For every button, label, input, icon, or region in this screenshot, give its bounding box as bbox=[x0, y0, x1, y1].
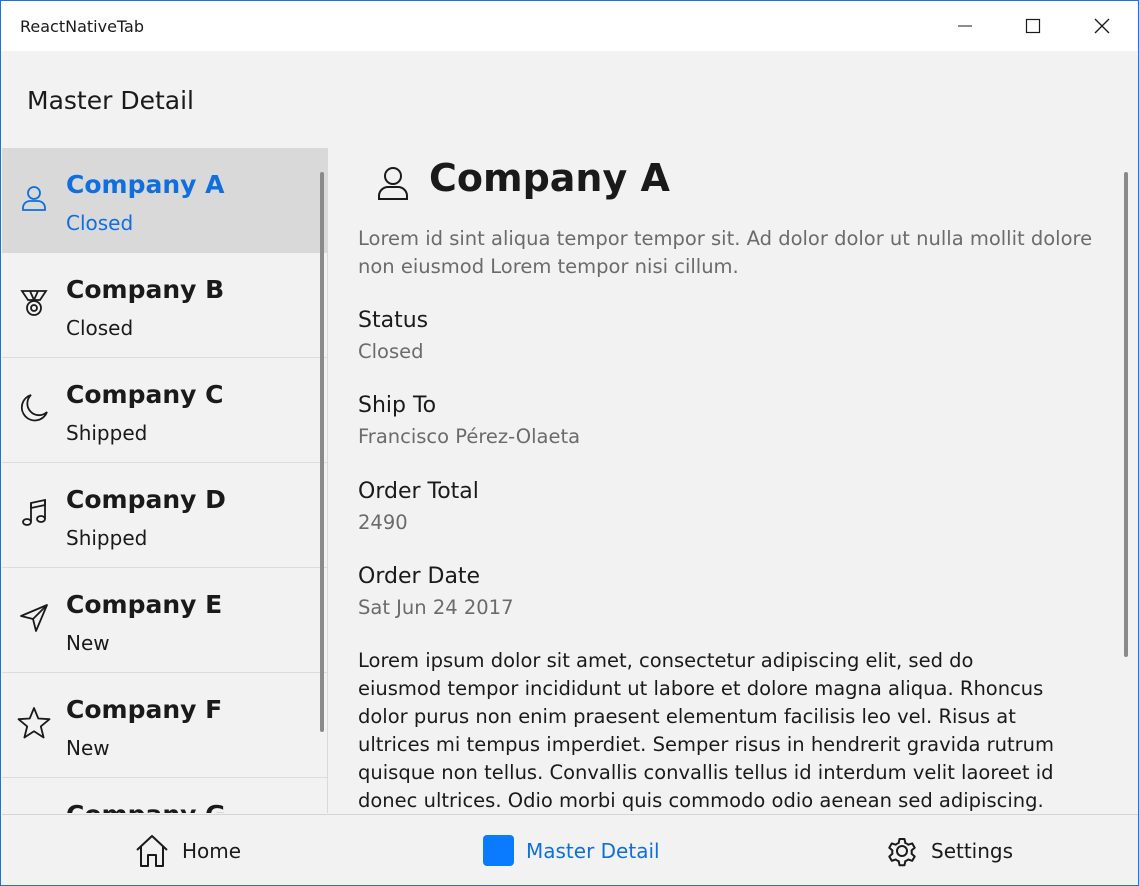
moon-icon bbox=[16, 390, 52, 426]
tab-settings-label: Settings bbox=[931, 838, 1014, 863]
status-value: Closed bbox=[358, 340, 424, 363]
square-icon bbox=[483, 835, 514, 866]
list-item[interactable]: Company B Closed bbox=[2, 253, 327, 358]
tab-master-detail-label: Master Detail bbox=[526, 838, 660, 863]
detail-pane: Company A Lorem id sint aliqua tempor te… bbox=[329, 148, 1137, 813]
list-item-status: Closed bbox=[66, 211, 134, 235]
list-item-name: Company F bbox=[66, 695, 223, 724]
order-total-value: 2490 bbox=[358, 511, 408, 534]
list-item-status: New bbox=[66, 631, 110, 655]
music-note-icon bbox=[16, 495, 52, 531]
person-icon bbox=[373, 162, 413, 202]
order-date-value: Sat Jun 24 2017 bbox=[358, 596, 514, 619]
star-icon bbox=[16, 705, 52, 741]
tab-home[interactable]: Home bbox=[134, 815, 242, 885]
detail-scrollbar[interactable] bbox=[1124, 172, 1128, 657]
medal-icon bbox=[16, 285, 52, 321]
tab-master-detail[interactable]: Master Detail bbox=[483, 815, 660, 885]
tab-settings[interactable]: Settings bbox=[885, 815, 1014, 885]
close-icon bbox=[1094, 18, 1110, 34]
app-window: ReactNativeTab Master Detail Company A C… bbox=[0, 0, 1139, 886]
close-button[interactable] bbox=[1068, 1, 1136, 51]
list-item[interactable]: Company E New bbox=[2, 568, 327, 673]
page-title: Master Detail bbox=[27, 86, 194, 115]
order-total-label: Order Total bbox=[358, 479, 479, 504]
tab-bar: Home Master Detail Settings bbox=[2, 814, 1138, 885]
master-list[interactable]: Company A Closed Company B Closed Compan… bbox=[2, 148, 328, 813]
detail-body: Lorem ipsum dolor sit amet, consectetur … bbox=[358, 649, 1055, 812]
list-item[interactable]: Company F New bbox=[2, 673, 327, 778]
window-title: ReactNativeTab bbox=[20, 17, 145, 36]
list-item-name: Company E bbox=[66, 590, 223, 619]
ship-to-label: Ship To bbox=[358, 393, 437, 418]
list-item-name: Company D bbox=[66, 485, 226, 514]
minimize-button[interactable] bbox=[931, 1, 999, 51]
list-item-status: Closed bbox=[66, 316, 134, 340]
gear-icon bbox=[888, 837, 916, 866]
list-item[interactable]: Company G bbox=[2, 778, 327, 813]
maximize-icon bbox=[1025, 18, 1041, 34]
tab-home-label: Home bbox=[182, 838, 242, 863]
detail-summary: Lorem id sint aliqua tempor tempor sit. … bbox=[358, 227, 1093, 278]
title-bar: ReactNativeTab bbox=[1, 1, 1138, 51]
list-item-status: Shipped bbox=[66, 526, 148, 550]
ship-to-value: Francisco Pérez-Olaeta bbox=[358, 425, 581, 448]
list-item[interactable]: Company C Shipped bbox=[2, 358, 327, 463]
detail-title: Company A bbox=[429, 156, 670, 200]
list-item-name: Company B bbox=[66, 275, 225, 304]
maximize-button[interactable] bbox=[999, 1, 1067, 51]
send-icon bbox=[16, 600, 52, 636]
list-item-name: Company A bbox=[66, 170, 225, 199]
list-item[interactable]: Company A Closed bbox=[2, 148, 327, 253]
home-icon bbox=[136, 834, 168, 867]
list-item-status: Shipped bbox=[66, 421, 148, 445]
list-item[interactable]: Company D Shipped bbox=[2, 463, 327, 568]
list-item-name: Company G bbox=[66, 800, 226, 813]
order-date-label: Order Date bbox=[358, 564, 481, 589]
list-item-name: Company C bbox=[66, 380, 224, 409]
person-icon bbox=[16, 180, 52, 216]
master-scrollbar[interactable] bbox=[320, 172, 324, 732]
list-item-status: New bbox=[66, 736, 110, 760]
status-label: Status bbox=[358, 308, 429, 333]
minimize-icon bbox=[958, 25, 972, 27]
